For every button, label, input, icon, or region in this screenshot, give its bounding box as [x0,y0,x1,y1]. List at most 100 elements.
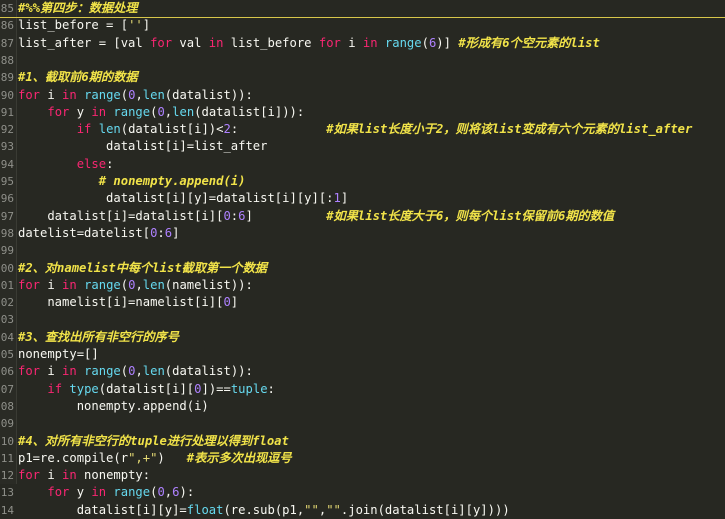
keyword-token: if [47,381,63,396]
code-text[interactable]: for i in nonempty: [18,467,725,484]
code-text[interactable]: #3、查找出所有非空行的序号 [18,329,725,346]
code-text[interactable]: for i in range(0,len(datalist)): [18,87,725,104]
code-text[interactable]: p1=re.compile(r",+") #表示多次出现逗号 [18,450,725,467]
code-text[interactable]: #%%第四步：数据处理 [18,0,725,17]
code-line[interactable]: 87 list_after = [val for val in list_befo… [0,35,725,52]
code-line[interactable]: 86 list_before = [''] [0,17,725,34]
line-number: 92 [0,123,14,137]
comment-token: #如果list长度小于2，则将该list变成有六个元素的list_after [326,122,693,137]
code-line[interactable]: 08 nonempty.append(i) [0,398,725,415]
code-line[interactable]: 12 for i in nonempty: [0,467,725,484]
code-line[interactable]: 06 for i in range(0,len(datalist)): [0,363,725,380]
code-text[interactable]: for i in range(0,len(datalist)): [18,363,725,380]
keyword-token: in [91,104,107,119]
code-line[interactable]: 91 for y in range(0,len(datalist[i])): [0,104,725,121]
comment-token: #2、对namelist中每个list截取第一个数据 [18,260,267,275]
code-token: ): [179,485,195,500]
code-token: , [135,364,143,379]
line-number: 93 [0,140,14,154]
code-line[interactable]: 98 datelist=datelist[0:6] [0,225,725,242]
keyword-token: in [62,277,77,292]
keyword-token: in [62,468,77,483]
code-token: ( [120,364,129,379]
code-token: ] [172,225,180,240]
keyword-token: in [362,35,378,50]
line-number: 86 [0,19,14,33]
code-line[interactable]: 01 for i in range(0,len(namelist)): [0,277,725,294]
keyword-token: for [18,87,41,102]
code-line[interactable]: 85 #%%第四步：数据处理 [0,0,725,18]
keyword-token: in [208,35,224,50]
code-editor[interactable]: 85 #%%第四步：数据处理 86 list_before = [''] 87 list_… [0,0,725,517]
keyword-token: for [150,35,173,50]
code-text[interactable]: datalist[i][y]=float(re.sub(p1,"","".joi… [18,502,725,519]
code-line[interactable]: 00 #2、对namelist中每个list截取第一个数据 [0,260,725,277]
code-text[interactable]: #1、截取前6期的数据 [18,69,725,86]
string-token: "" [304,502,319,517]
code-line[interactable]: 04 #3、查找出所有非空行的序号 [0,329,725,346]
code-line[interactable]: 99 [0,242,725,259]
code-text[interactable]: #2、对namelist中每个list截取第一个数据 [18,260,725,277]
code-text[interactable]: for y in range(0,6): [18,484,725,501]
code-line[interactable]: 11 p1=re.compile(r",+") #表示多次出现逗号 [0,450,725,467]
code-line[interactable]: 95 # nonempty.append(i) [0,173,725,190]
code-text[interactable]: list_after = [val for val in list_before… [18,35,725,52]
code-text[interactable]: for y in range(0,len(datalist[i])): [18,104,725,121]
code-line[interactable]: 05 nonempty=[] [0,346,725,363]
code-line[interactable]: 14 datalist[i][y]=float(re.sub(p1,"","".… [0,502,725,519]
comment-token: #表示多次出现逗号 [186,450,292,465]
builtin-token: len [142,87,165,102]
code-line[interactable]: 93 datalist[i]=list_after [0,138,725,155]
code-line[interactable]: 10 #4、对所有非空行的tuple进行处理以得到float [0,433,725,450]
code-text[interactable]: # nonempty.append(i) [18,173,725,190]
code-line[interactable]: 96 datalist[i][y]=datalist[i][y][:1] [0,190,725,207]
code-text[interactable]: datalist[i]=list_after [18,138,725,155]
code-token: ) [157,450,187,465]
code-text[interactable]: nonempty.append(i) [18,398,725,415]
code-text[interactable]: if type(datalist[i][0])==tuple: [18,381,725,398]
code-text[interactable]: #4、对所有非空行的tuple进行处理以得到float [18,433,725,450]
line-number: 10 [0,434,14,448]
code-line[interactable]: 89 #1、截取前6期的数据 [0,69,725,86]
code-line[interactable]: 03 [0,311,725,328]
code-token: .join(datalist[i][y]))) [340,502,510,517]
line-number: 14 [0,503,14,517]
code-token: val [172,35,209,50]
line-number: 98 [0,226,14,240]
code-text[interactable]: list_before = [''] [18,17,725,34]
code-line[interactable]: 94 else: [0,156,725,173]
line-number: 95 [0,175,14,188]
code-text[interactable]: else: [18,156,725,173]
number-token: 6 [164,225,173,240]
builtin-token: range [384,35,422,50]
code-line[interactable]: 02 namelist[i]=namelist[i][0] [0,294,725,311]
code-text[interactable]: datelist=datelist[0:6] [18,225,725,242]
keyword-token: for [47,104,70,119]
code-line[interactable]: 13 for y in range(0,6): [0,484,725,501]
code-token: nonempty=[] [18,347,99,361]
code-token: namelist[i]=namelist[i][ [18,295,224,310]
code-line[interactable]: 92 if len(datalist[i])<2: #如果list长度小于2，则… [0,121,725,138]
builtin-token: float [186,502,224,517]
keyword-token: for [318,35,341,50]
string-token: "" [326,502,341,517]
code-token: nonempty.append(i) [18,398,209,413]
code-text[interactable]: datalist[i][y]=datalist[i][y][:1] [18,190,725,207]
code-text[interactable]: datalist[i]=datalist[i][0:6] #如果list长度大于… [18,208,725,225]
code-line[interactable]: 88 [0,52,725,69]
code-token: , [135,277,143,292]
comment-token: # nonempty.append(i) [98,174,246,188]
code-text[interactable]: for i in range(0,len(namelist)): [18,277,725,294]
line-number: 11 [0,451,14,465]
code-text[interactable]: namelist[i]=namelist[i][0] [18,294,725,311]
code-line[interactable]: 09 [0,415,725,432]
code-text[interactable]: if len(datalist[i])<2: #如果list长度小于2，则将该l… [18,121,725,138]
code-token: list_before [223,35,319,50]
code-text[interactable]: nonempty=[] [18,346,725,363]
keyword-token: in [62,87,77,102]
code-line[interactable]: 90 for i in range(0,len(datalist)): [0,87,725,104]
code-line[interactable]: 97 datalist[i]=datalist[i][0:6] #如果list长… [0,208,725,225]
code-line[interactable]: 07 if type(datalist[i][0])==tuple: [0,381,725,398]
builtin-token: len [142,277,165,292]
